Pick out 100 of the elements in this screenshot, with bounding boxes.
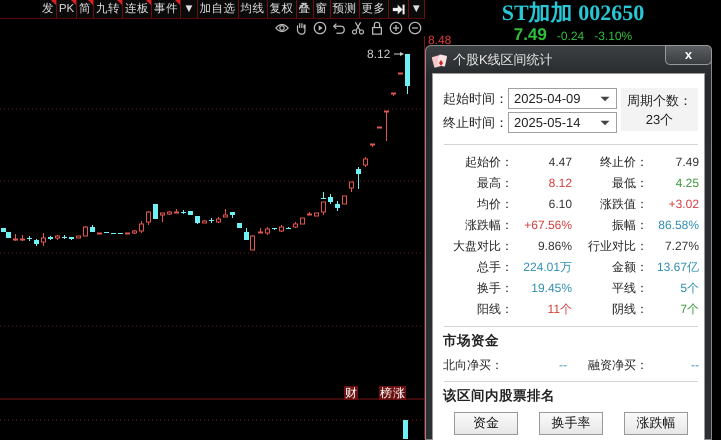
hand-icon[interactable] (294, 20, 308, 34)
toolbar-tab[interactable]: 叠 (296, 0, 314, 18)
undo-icon[interactable] (332, 20, 346, 34)
period-label: 周期个数： (626, 92, 693, 110)
candle (223, 208, 228, 218)
toolbar-tab[interactable]: 事件 (152, 0, 182, 18)
change-text: -0.24 (556, 28, 584, 45)
stat-value: 19.45% (530, 280, 573, 297)
rank-button[interactable]: 资金 (454, 412, 518, 434)
toolbar-tab[interactable]: 均线 (238, 0, 268, 18)
stat-value: 11个 (546, 301, 573, 318)
period-count: 23个 (644, 111, 674, 129)
candle (153, 204, 158, 220)
candle (391, 92, 396, 96)
candle (300, 218, 305, 224)
section-title: 该区间内股票排名 (443, 387, 556, 406)
stat-value: 5个 (679, 280, 700, 297)
toolbar-tab[interactable]: 加自选 (198, 0, 239, 18)
stat-label: 涨跌值： (599, 196, 648, 213)
candle (55, 234, 60, 240)
toolbar-tab[interactable]: 窗 (314, 0, 331, 18)
stat-label: 平线： (611, 280, 648, 297)
stat-label: 最低： (611, 175, 648, 192)
stat-value: 7个 (679, 301, 700, 318)
rank-button[interactable]: 涨跌幅 (624, 412, 688, 434)
close-button[interactable]: x (665, 45, 712, 65)
candle (195, 216, 200, 224)
arrow-bar-icon[interactable] (392, 2, 405, 16)
stat-value: 8.12 (548, 175, 573, 192)
axis-label: 8.48 (428, 32, 452, 49)
start-date-dropdown[interactable]: 2025-04-09 (508, 88, 617, 109)
candle (279, 224, 284, 232)
zoom-in-icon[interactable] (389, 20, 403, 34)
stat-value: 4.47 (548, 154, 573, 171)
price-text: 7.49 (514, 25, 547, 44)
end-date-dropdown[interactable]: 2025-05-14 (508, 112, 617, 133)
candle (293, 222, 298, 228)
candle (41, 232, 46, 246)
candle (202, 220, 207, 224)
stat-label: 金额： (611, 259, 648, 276)
stat-value: 86.58% (657, 217, 700, 234)
signal-tag[interactable]: 财 (344, 386, 358, 400)
stat-label: 最高： (476, 175, 513, 192)
stat-label: 振幅： (611, 217, 648, 234)
stat-value: +67.56% (523, 217, 573, 234)
dialog-title: 个股K线区间统计 (453, 50, 553, 69)
stat-value: +3.02 (668, 196, 700, 213)
candle (13, 234, 18, 242)
candle (314, 212, 319, 216)
candle (370, 144, 375, 148)
rank-button[interactable]: 换手率 (539, 412, 603, 434)
candle (384, 110, 389, 142)
lock-icon[interactable] (370, 20, 384, 34)
stat-label: 融资净买： (587, 357, 648, 374)
candle (90, 224, 95, 232)
stat-label: 北向净买： (443, 357, 504, 374)
signal-tag[interactable]: 榜 (379, 386, 393, 400)
toolbar-tab[interactable]: 预测 (330, 0, 360, 18)
play-circle-icon[interactable] (313, 20, 327, 34)
candle (258, 228, 263, 234)
candle (167, 210, 172, 216)
toolbar-tab[interactable]: ▼ (181, 0, 198, 18)
stat-value: 4.25 (674, 175, 700, 192)
cards-icon (432, 52, 448, 68)
candle (237, 222, 242, 228)
dropdown-toggle[interactable]: ▼ (408, 0, 425, 18)
toolbar-tab[interactable]: 九转 (94, 0, 124, 18)
candle (188, 210, 193, 216)
field-label: 终止时间： (443, 114, 508, 132)
candle (160, 212, 165, 222)
candle (405, 54, 410, 94)
candle (342, 196, 347, 204)
scissors-icon[interactable] (351, 20, 365, 34)
candle (69, 236, 74, 240)
toolbar-tab[interactable]: 更多 (360, 0, 389, 18)
candle (62, 234, 67, 240)
stat-label: 大盘对比： (452, 238, 513, 255)
candle (307, 212, 312, 216)
candle (335, 200, 340, 212)
zoom-out-icon[interactable] (408, 20, 422, 34)
signal-tag[interactable]: 涨 (392, 386, 406, 400)
stat-value: 9.86% (536, 238, 573, 255)
stat-label: 换手： (476, 280, 513, 297)
toolbar-tab[interactable]: PK (56, 0, 78, 18)
candle (272, 228, 277, 230)
toolbar-tab[interactable]: 简 (77, 0, 94, 18)
candle (321, 202, 326, 216)
stat-value: 13.67亿 (656, 259, 700, 276)
stat-value: -- (558, 357, 568, 374)
toolbar-tab[interactable]: 发 (40, 0, 57, 18)
stat-label: 阴线： (611, 301, 648, 318)
toolbar-tab[interactable]: 连板 (123, 0, 152, 18)
candle (132, 230, 137, 234)
candle (146, 210, 151, 226)
stat-label: 涨跌幅： (464, 217, 513, 234)
candle (139, 220, 144, 234)
stat-value: -- (690, 357, 700, 374)
toolbar-tab[interactable]: 复权 (268, 0, 297, 18)
candle (48, 236, 53, 240)
candle (181, 210, 186, 214)
